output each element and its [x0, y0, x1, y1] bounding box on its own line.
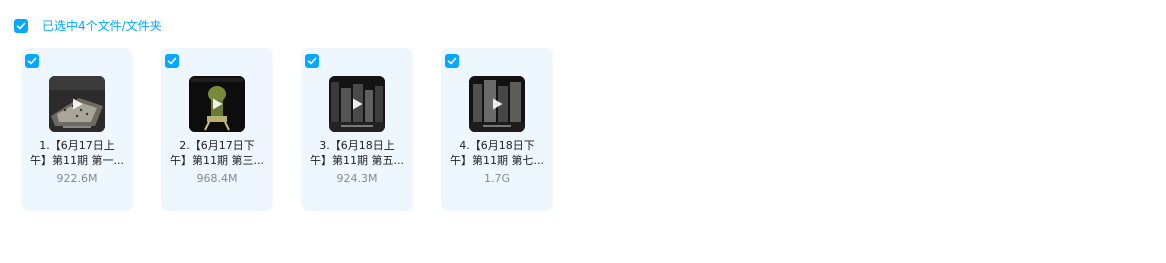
video-thumbnail[interactable] [469, 76, 525, 132]
file-name-line: 午】第11期 第三... [170, 154, 264, 167]
file-checkbox[interactable] [165, 54, 179, 68]
file-size: 968.4M [196, 172, 238, 185]
file-name-line: 午】第11期 第五... [310, 154, 404, 167]
play-icon [213, 98, 223, 110]
checkmark-icon [16, 22, 26, 30]
file-name-line: 1.【6月17日上 [39, 139, 115, 152]
file-name-line: 午】第11期 第一... [30, 154, 124, 167]
select-all-checkbox[interactable] [14, 19, 28, 33]
file-name: 1.【6月17日上 午】第11期 第一... [27, 138, 127, 168]
file-size: 1.7G [483, 172, 511, 185]
play-icon [73, 98, 83, 110]
file-name: 3.【6月18日上 午】第11期 第五... [307, 138, 407, 168]
file-checkbox[interactable] [305, 54, 319, 68]
file-card[interactable]: 4.【6月18日下 午】第11期 第七... 1.7G [441, 48, 553, 211]
file-name-line: 3.【6月18日上 [319, 139, 395, 152]
file-name: 4.【6月18日下 午】第11期 第七... [447, 138, 547, 168]
video-thumbnail[interactable] [49, 76, 105, 132]
checkmark-icon [447, 57, 457, 65]
play-icon [353, 98, 363, 110]
file-name-line: 4.【6月18日下 [459, 139, 535, 152]
video-thumbnail[interactable] [189, 76, 245, 132]
file-checkbox[interactable] [25, 54, 39, 68]
file-name: 2.【6月17日下 午】第11期 第三... [167, 138, 267, 168]
file-card[interactable]: 1.【6月17日上 午】第11期 第一... 922.6M [21, 48, 133, 211]
file-card[interactable]: 2.【6月17日下 午】第11期 第三... 968.4M [161, 48, 273, 211]
file-grid-view: 已选中4个文件/文件夹 1.【6月17日上 午】第11期 第一... 922.6… [0, 0, 1166, 263]
file-checkbox[interactable] [445, 54, 459, 68]
video-thumbnail[interactable] [329, 76, 385, 132]
play-icon [493, 98, 503, 110]
file-name-line: 午】第11期 第七... [450, 154, 544, 167]
file-size: 922.6M [56, 172, 98, 185]
file-size: 924.3M [336, 172, 378, 185]
file-grid: 1.【6月17日上 午】第11期 第一... 922.6M 2.【6月17日下 … [21, 48, 553, 211]
file-name-line: 2.【6月17日下 [179, 139, 255, 152]
checkmark-icon [307, 57, 317, 65]
selection-count-label: 已选中4个文件/文件夹 [42, 19, 162, 33]
file-card[interactable]: 3.【6月18日上 午】第11期 第五... 924.3M [301, 48, 413, 211]
checkmark-icon [167, 57, 177, 65]
checkmark-icon [27, 57, 37, 65]
